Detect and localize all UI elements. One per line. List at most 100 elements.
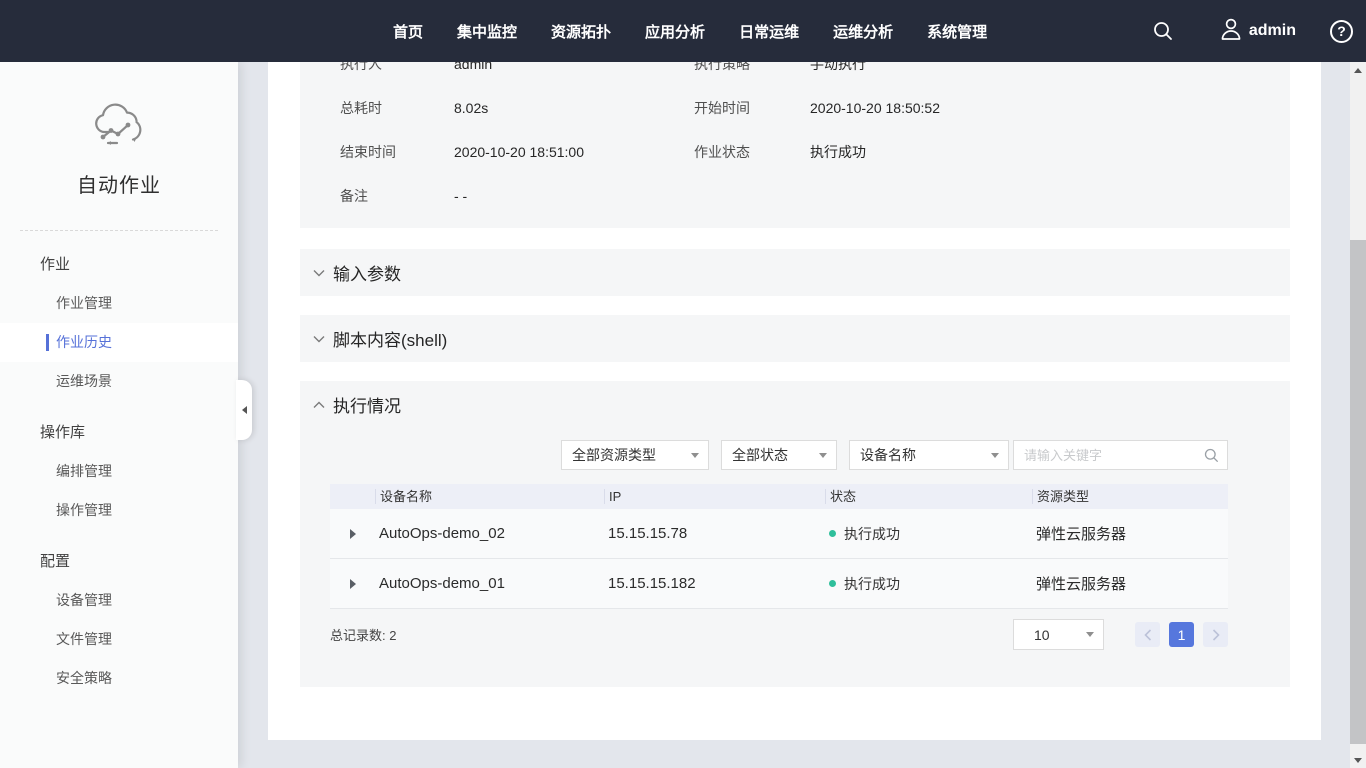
section-title: 输入参数 bbox=[333, 260, 401, 285]
resource-type-cell: 弹性云服务器 bbox=[1032, 573, 1228, 594]
search-field-select[interactable]: 设备名称 bbox=[849, 440, 1009, 470]
resource-type-select[interactable]: 全部资源类型 bbox=[561, 440, 709, 470]
total-records-label: 总记录数: 2 bbox=[330, 625, 396, 644]
sidebar-item-job-history[interactable]: 作业历史 bbox=[0, 323, 238, 362]
chevron-down-icon bbox=[691, 453, 699, 458]
user-name: admin bbox=[1249, 22, 1296, 40]
filter-row: 全部资源类型 全部状态 设备名称 bbox=[330, 440, 1228, 470]
sidebar-collapse-handle[interactable] bbox=[236, 380, 252, 440]
search-field-select-value: 设备名称 bbox=[860, 445, 916, 465]
chevron-down-icon bbox=[313, 269, 325, 277]
user-menu[interactable]: admin bbox=[1220, 17, 1296, 46]
nav-item-monitoring[interactable]: 集中监控 bbox=[457, 21, 517, 42]
device-name-cell: AutoOps-demo_01 bbox=[375, 575, 604, 592]
sidebar-item-job-management[interactable]: 作业管理 bbox=[0, 284, 238, 323]
table-row: AutoOps-demo_02 15.15.15.78 执行成功 弹性云服务器 bbox=[330, 509, 1228, 559]
pagination-area: 10 1 bbox=[1013, 619, 1228, 650]
status-text: 执行成功 bbox=[844, 524, 900, 544]
status-select[interactable]: 全部状态 bbox=[721, 440, 837, 470]
status-cell: 执行成功 bbox=[825, 524, 1032, 544]
expand-row-icon[interactable] bbox=[350, 529, 356, 539]
field-value: 2020-10-20 18:50:52 bbox=[810, 100, 940, 116]
nav-item-system-mgmt[interactable]: 系统管理 bbox=[927, 21, 987, 42]
page-size-value: 10 bbox=[1034, 627, 1050, 643]
nav-item-app-analysis[interactable]: 应用分析 bbox=[645, 21, 705, 42]
keyword-search-box bbox=[1013, 440, 1228, 470]
field-label: 执行人 bbox=[340, 62, 454, 74]
arrow-down-icon bbox=[1354, 758, 1362, 763]
ip-cell: 15.15.15.78 bbox=[604, 525, 825, 542]
section-script-content[interactable]: 脚本内容(shell) bbox=[300, 315, 1290, 362]
field-value: 8.02s bbox=[454, 100, 694, 116]
page-size-select[interactable]: 10 bbox=[1013, 619, 1104, 650]
sidebar-item-operation-mgmt[interactable]: 操作管理 bbox=[0, 491, 238, 530]
app-logo-block: 自动作业 bbox=[0, 62, 238, 198]
status-cell: 执行成功 bbox=[825, 574, 1032, 594]
nav-item-ops-analysis[interactable]: 运维分析 bbox=[833, 21, 893, 42]
user-icon bbox=[1220, 17, 1242, 46]
detail-row: 执行人 admin 执行策略 手动执行 bbox=[300, 62, 1290, 86]
search-icon[interactable] bbox=[1152, 20, 1174, 42]
detail-row: 结束时间 2020-10-20 18:51:00 作业状态 执行成功 bbox=[300, 130, 1290, 174]
table-row: AutoOps-demo_01 15.15.15.182 执行成功 弹性云服务器 bbox=[330, 559, 1228, 609]
section-title: 脚本内容(shell) bbox=[333, 326, 447, 351]
chevron-up-icon bbox=[313, 401, 325, 409]
next-page-button[interactable] bbox=[1203, 622, 1228, 647]
menu-section-config: 配置 设备管理 文件管理 安全策略 bbox=[0, 542, 238, 698]
column-header-device-name: 设备名称 bbox=[375, 489, 604, 504]
field-label: 备注 bbox=[340, 186, 454, 206]
top-navbar: 首页 集中监控 资源拓扑 应用分析 日常运维 运维分析 系统管理 admin ? bbox=[0, 0, 1366, 62]
scrollbar-thumb[interactable] bbox=[1350, 240, 1366, 744]
status-success-dot bbox=[829, 530, 836, 537]
field-value: 2020-10-20 18:51:00 bbox=[454, 144, 694, 160]
column-header-ip: IP bbox=[604, 489, 825, 504]
chevron-down-icon bbox=[819, 453, 827, 458]
scroll-down-button[interactable] bbox=[1350, 752, 1366, 768]
sidebar-item-file-mgmt[interactable]: 文件管理 bbox=[0, 620, 238, 659]
field-value: admin bbox=[454, 62, 694, 72]
execution-body: 全部资源类型 全部状态 设备名称 bbox=[300, 440, 1290, 650]
execution-table: 设备名称 IP 状态 资源类型 AutoOps-demo_02 15.15.15… bbox=[330, 484, 1228, 609]
scroll-up-button[interactable] bbox=[1350, 62, 1366, 78]
resource-type-select-value: 全部资源类型 bbox=[572, 445, 656, 465]
collapse-left-icon bbox=[242, 406, 247, 414]
column-header-status: 状态 bbox=[825, 489, 1032, 504]
detail-row: 总耗时 8.02s 开始时间 2020-10-20 18:50:52 bbox=[300, 86, 1290, 130]
detail-row: 备注 - - bbox=[300, 174, 1290, 218]
keyword-search-input[interactable] bbox=[1014, 441, 1194, 469]
field-label: 结束时间 bbox=[340, 142, 454, 162]
field-value: 执行成功 bbox=[810, 142, 866, 162]
page-1-button[interactable]: 1 bbox=[1169, 622, 1194, 647]
vertical-scrollbar[interactable] bbox=[1350, 62, 1366, 768]
field-label: 执行策略 bbox=[694, 62, 810, 74]
app-title: 自动作业 bbox=[0, 169, 238, 198]
section-execution-header[interactable]: 执行情况 bbox=[300, 381, 1290, 428]
section-label-operation-lib: 操作库 bbox=[0, 413, 238, 452]
sidebar: 自动作业 作业 作业管理 作业历史 运维场景 操作库 编排管理 操作管理 配置 … bbox=[0, 62, 238, 768]
status-text: 执行成功 bbox=[844, 574, 900, 594]
prev-page-button[interactable] bbox=[1135, 622, 1160, 647]
sidebar-item-orchestration-mgmt[interactable]: 编排管理 bbox=[0, 452, 238, 491]
field-value: - - bbox=[454, 188, 694, 204]
nav-item-topology[interactable]: 资源拓扑 bbox=[551, 21, 611, 42]
auto-job-cloud-icon bbox=[90, 135, 148, 152]
nav-item-home[interactable]: 首页 bbox=[393, 21, 423, 42]
status-select-value: 全部状态 bbox=[732, 445, 788, 465]
sidebar-item-ops-scenario[interactable]: 运维场景 bbox=[0, 362, 238, 401]
sidebar-item-device-mgmt[interactable]: 设备管理 bbox=[0, 581, 238, 620]
search-icon[interactable] bbox=[1204, 448, 1219, 468]
menu-section-job: 作业 作业管理 作业历史 运维场景 bbox=[0, 245, 238, 401]
navbar-right: admin ? bbox=[1152, 0, 1366, 62]
section-label-job: 作业 bbox=[0, 245, 238, 284]
expand-row-icon[interactable] bbox=[350, 579, 356, 589]
help-icon[interactable]: ? bbox=[1330, 20, 1353, 43]
section-input-params[interactable]: 输入参数 bbox=[300, 249, 1290, 296]
main-content: 执行人 admin 执行策略 手动执行 总耗时 8.02s 开始时间 2020-… bbox=[268, 62, 1321, 740]
sidebar-divider bbox=[20, 230, 218, 231]
nav-item-daily-ops[interactable]: 日常运维 bbox=[739, 21, 799, 42]
sidebar-item-security-policy[interactable]: 安全策略 bbox=[0, 659, 238, 698]
nav-menu: 首页 集中监控 资源拓扑 应用分析 日常运维 运维分析 系统管理 bbox=[393, 0, 987, 62]
device-name-cell: AutoOps-demo_02 bbox=[375, 525, 604, 542]
field-label: 开始时间 bbox=[694, 98, 810, 118]
field-label: 总耗时 bbox=[340, 98, 454, 118]
